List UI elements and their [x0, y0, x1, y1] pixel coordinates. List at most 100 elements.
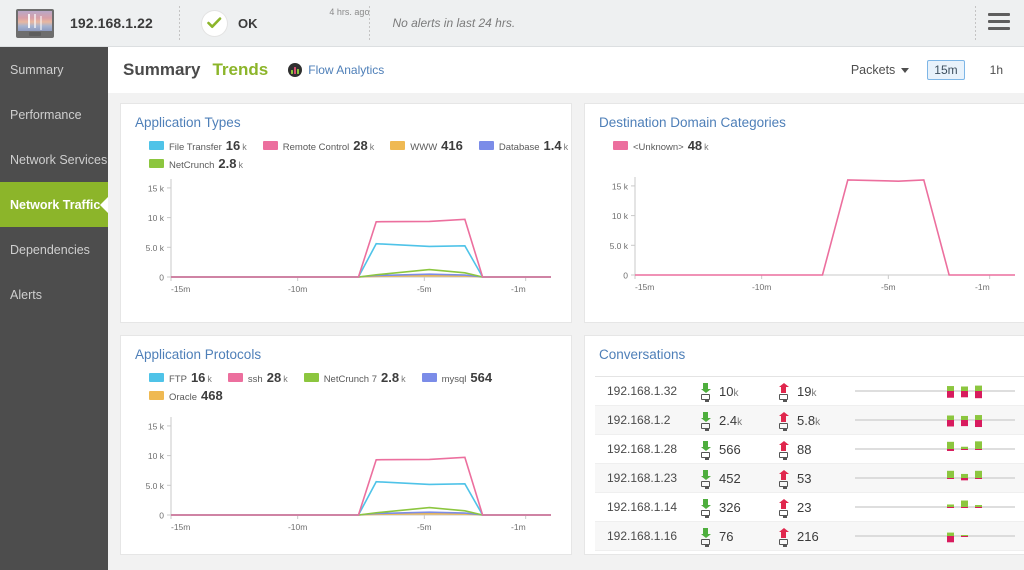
metric-dropdown[interactable]: Packets: [851, 63, 909, 77]
chart-application-protocols: 05.0 k10 k15 k-15m-10m-5m-1m: [121, 403, 571, 537]
legend-swatch: [390, 141, 405, 150]
svg-text:-5m: -5m: [417, 284, 432, 294]
download-metric: 326: [699, 499, 777, 516]
arrow-down-icon: [699, 412, 712, 429]
download-value: 76: [719, 529, 733, 544]
svg-text:10 k: 10 k: [148, 451, 165, 461]
sidebar-item-performance[interactable]: Performance: [0, 92, 108, 137]
svg-text:-10m: -10m: [288, 284, 307, 294]
tab-summary[interactable]: Summary: [123, 60, 200, 80]
panel-title: Destination Domain Categories: [585, 104, 1024, 130]
legend-swatch: [149, 159, 164, 168]
panel-title: Application Types: [121, 104, 571, 130]
range-1h-button[interactable]: 1h: [983, 60, 1010, 80]
legend-unit: k: [283, 374, 288, 384]
legend-item[interactable]: <Unknown>48k: [613, 138, 709, 153]
legend-swatch: [228, 373, 243, 382]
svg-text:10 k: 10 k: [148, 213, 165, 223]
conversation-sparkline: [855, 525, 1024, 547]
download-metric: 566: [699, 441, 777, 458]
panel-title: Conversations: [585, 336, 1024, 362]
legend-item[interactable]: File Transfer16k: [149, 138, 247, 153]
legend-value: 48: [688, 138, 702, 153]
svg-text:-5m: -5m: [417, 522, 432, 532]
legend-item[interactable]: FTP16k: [149, 370, 212, 385]
legend-swatch: [479, 141, 494, 150]
panel-destination-domain-categories: Destination Domain Categories <Unknown>4…: [584, 103, 1024, 323]
arrow-down-icon: [699, 470, 712, 487]
range-15m-button[interactable]: 15m: [927, 60, 964, 80]
arrow-up-icon: [777, 470, 790, 487]
header-divider-2: [369, 6, 370, 40]
alerts-note: No alerts in last 24 hrs.: [392, 16, 515, 30]
svg-text:5.0 k: 5.0 k: [146, 243, 165, 253]
legend-swatch: [149, 141, 164, 150]
flow-analytics-link[interactable]: Flow Analytics: [288, 63, 384, 77]
chart-application-types: 05.0 k10 k15 k-15m-10m-5m-1m: [121, 171, 571, 299]
legend-item[interactable]: WWW 416: [390, 138, 463, 153]
status-block: OK: [202, 11, 258, 36]
monitor-screen: [18, 11, 52, 31]
conversation-row[interactable]: 192.168.1.2856688: [595, 435, 1024, 464]
legend-value: 2.8: [381, 370, 399, 385]
sidebar-item-label: Dependencies: [10, 243, 90, 257]
svg-text:-1m: -1m: [511, 284, 526, 294]
legend-item[interactable]: Oracle468: [149, 388, 223, 403]
conversation-row[interactable]: 192.168.1.1676216: [595, 522, 1024, 551]
header-divider-3: [975, 6, 976, 40]
conversation-row[interactable]: 192.168.1.1432623: [595, 493, 1024, 522]
legend-item[interactable]: Database1.4k: [479, 138, 568, 153]
tab-trends[interactable]: Trends: [212, 60, 268, 80]
conversation-row[interactable]: 192.168.1.3210k19k: [595, 377, 1024, 406]
arrow-up-icon: [777, 441, 790, 458]
svg-text:-1m: -1m: [511, 522, 526, 532]
conversation-sparkline: [855, 496, 1024, 518]
series-line: [171, 457, 551, 515]
status-label: OK: [238, 16, 258, 31]
legend-item[interactable]: ssh28k: [228, 370, 288, 385]
arrow-down-icon: [699, 441, 712, 458]
legend-label: Oracle: [169, 392, 197, 403]
legend-label: mysql: [442, 374, 467, 385]
series-line: [171, 219, 551, 277]
sidebar-item-summary[interactable]: Summary: [0, 47, 108, 92]
upload-metric: 19k: [777, 383, 855, 400]
conversation-ip: 192.168.1.2: [595, 413, 699, 427]
sidebar-item-dependencies[interactable]: Dependencies: [0, 227, 108, 272]
upload-metric: 53: [777, 470, 855, 487]
conversation-row[interactable]: 192.168.1.2345253: [595, 464, 1024, 493]
svg-text:-10m: -10m: [752, 282, 771, 292]
legend-value: 416: [441, 138, 463, 153]
hamburger-icon[interactable]: [988, 13, 1010, 30]
header-divider-1: [179, 6, 180, 40]
conversation-row[interactable]: 192.168.1.22.4k5.8k: [595, 406, 1024, 435]
legend-unit: k: [704, 142, 709, 152]
sidebar-item-network-services[interactable]: Network Services: [0, 137, 108, 182]
legend-value: 28: [353, 138, 367, 153]
arrow-up-icon: [777, 528, 790, 545]
legend-label: Database: [499, 142, 540, 153]
legend-item[interactable]: Remote Control28k: [263, 138, 375, 153]
legend-item[interactable]: mysql564: [422, 370, 493, 385]
arrow-down-icon: [699, 383, 712, 400]
upload-value: 88: [797, 442, 811, 457]
value-unit: k: [815, 417, 820, 428]
panel-grid: Application Types File Transfer16k Remote…: [108, 93, 1024, 555]
sidebar-item-network-traffic[interactable]: Network Traffic: [0, 182, 108, 227]
panel-conversations: Conversations 192.168.1.3210k19k192.168.…: [584, 335, 1024, 555]
conversation-ip: 192.168.1.23: [595, 471, 699, 485]
download-value: 10k: [719, 384, 738, 399]
legend-label: ssh: [248, 374, 263, 385]
svg-text:-15m: -15m: [635, 282, 654, 292]
legend-unit: k: [207, 374, 212, 384]
sidebar-item-alerts[interactable]: Alerts: [0, 272, 108, 317]
legend-label: WWW: [410, 142, 437, 153]
legend-item[interactable]: NetCrunch 72.8k: [304, 370, 406, 385]
monitor-stand: [29, 32, 41, 36]
sidebar-item-label: Performance: [10, 108, 82, 122]
legend-value: 16: [226, 138, 240, 153]
download-value: 566: [719, 442, 741, 457]
legend-item[interactable]: NetCrunch2.8k: [149, 156, 243, 171]
legend-swatch: [613, 141, 628, 150]
series-line: [171, 244, 551, 277]
